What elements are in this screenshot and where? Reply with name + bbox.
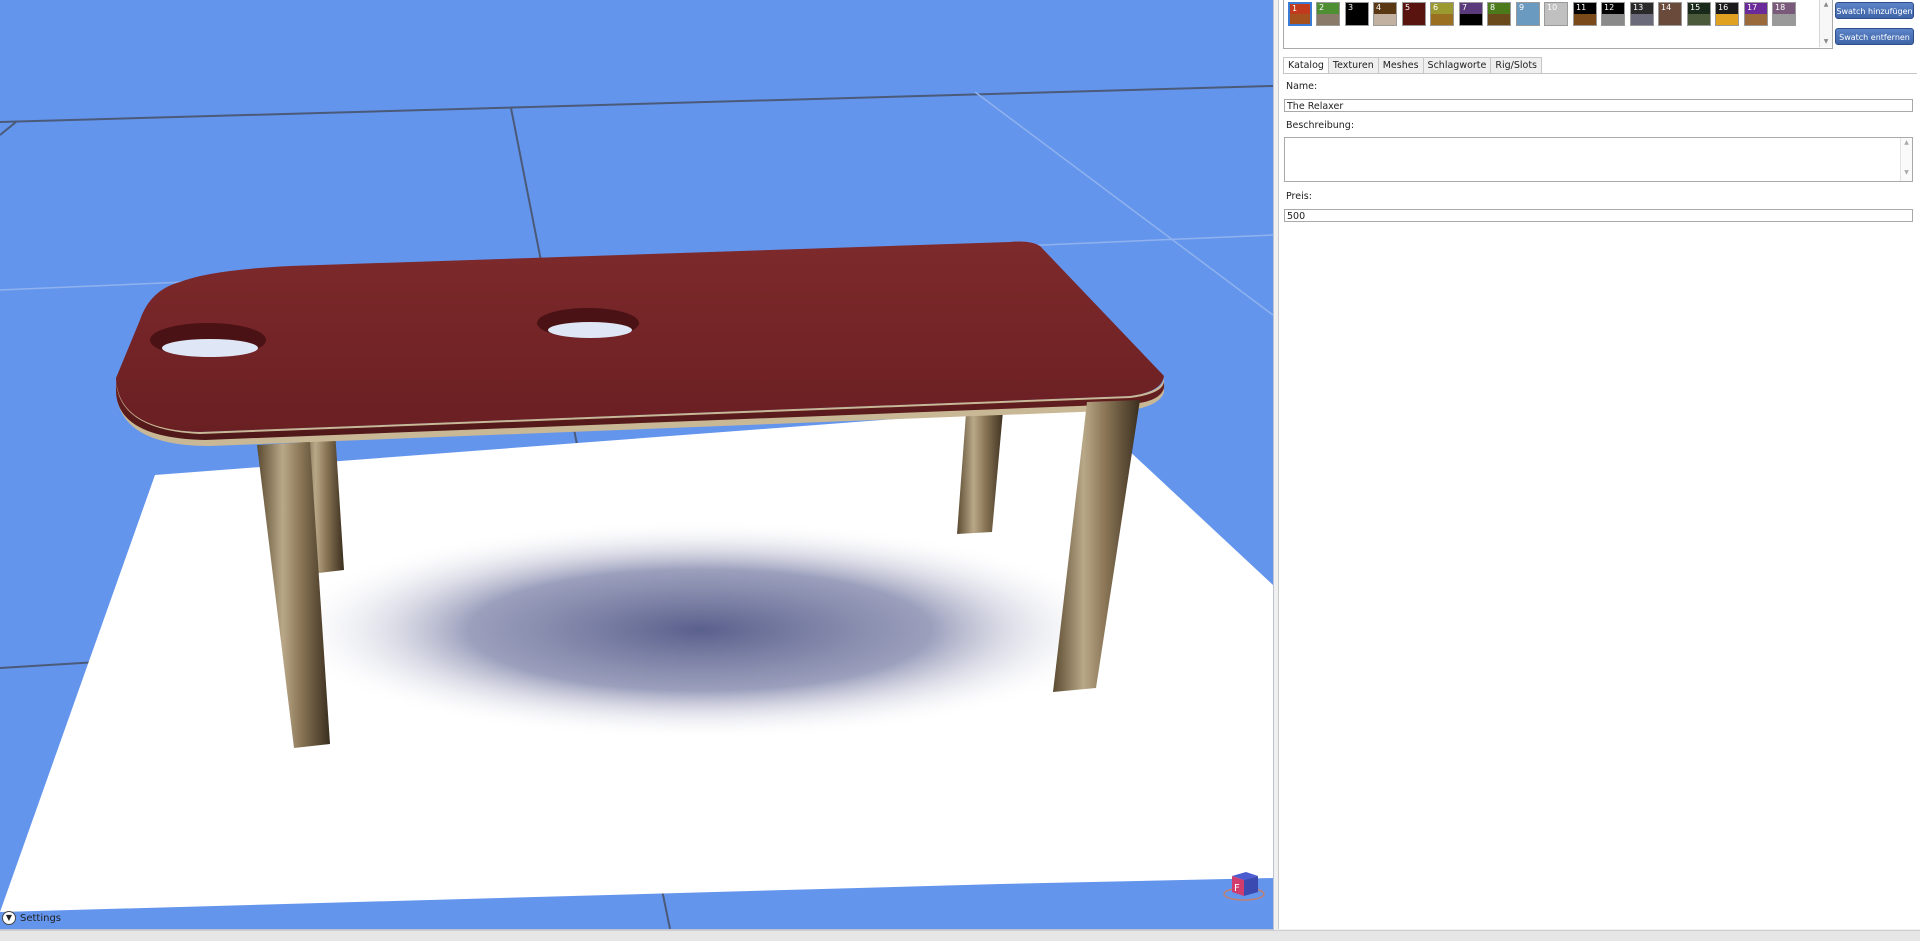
swatch-3[interactable]: 3 — [1345, 2, 1369, 26]
tab-texturen[interactable]: Texturen — [1327, 57, 1379, 73]
swatch-number: 12 — [1604, 3, 1615, 12]
tab-meshes[interactable]: Meshes — [1377, 57, 1424, 73]
swatch-bottom-color — [1659, 14, 1681, 25]
swatch-bottom-color — [1602, 14, 1624, 25]
swatch-bottom-color — [1374, 14, 1396, 25]
swatch-bottom-color — [1631, 14, 1653, 25]
swatch-number: 8 — [1490, 3, 1496, 12]
swatch-9[interactable]: 9 — [1516, 2, 1540, 26]
swatch-10[interactable]: 10 — [1544, 2, 1568, 26]
swatch-number: 11 — [1576, 3, 1587, 12]
price-label: Preis: — [1286, 191, 1312, 202]
swatch-number: 7 — [1462, 3, 1468, 12]
3d-viewport[interactable]: F ▼ Settings — [0, 0, 1274, 930]
chevron-down-icon: ▼ — [2, 911, 16, 925]
tab-divider — [1283, 73, 1917, 74]
price-field[interactable]: 500 — [1284, 209, 1913, 222]
tab-bar: Katalog Texturen Meshes Schlagworte Rig/… — [1283, 57, 1543, 74]
swatch-8[interactable]: 8 — [1487, 2, 1511, 26]
swatch-bottom-color — [1488, 14, 1510, 25]
add-swatch-button[interactable]: Swatch hinzufügen — [1835, 2, 1914, 19]
swatch-15[interactable]: 15 — [1687, 2, 1711, 26]
swatch-number: 3 — [1348, 3, 1354, 12]
swatch-bottom-color — [1716, 14, 1738, 25]
swatch-bottom-color — [1317, 14, 1339, 25]
swatch-number: 2 — [1319, 3, 1325, 12]
swatch-number: 16 — [1718, 3, 1729, 12]
swatch-number: 1 — [1292, 4, 1298, 13]
status-strip — [0, 930, 1920, 941]
swatch-scrollbar[interactable]: ▲ ▼ — [1819, 0, 1832, 47]
swatch-number: 10 — [1547, 3, 1558, 12]
swatch-4[interactable]: 4 — [1373, 2, 1397, 26]
swatch-bottom-color — [1346, 14, 1368, 25]
swatch-bottom-color — [1290, 14, 1310, 24]
name-label: Name: — [1286, 81, 1318, 92]
scroll-up-icon[interactable]: ▲ — [1820, 0, 1832, 10]
remove-swatch-button[interactable]: Swatch entfernen — [1835, 28, 1914, 45]
view-cube-label: F — [1234, 883, 1240, 894]
scene-render — [0, 85, 1273, 929]
swatch-bottom-color — [1431, 14, 1453, 25]
settings-label: Settings — [20, 912, 62, 924]
swatch-14[interactable]: 14 — [1658, 2, 1682, 26]
swatch-number: 18 — [1775, 3, 1786, 12]
swatch-bottom-color — [1688, 14, 1710, 25]
swatch-16[interactable]: 16 — [1715, 2, 1739, 26]
tab-katalog[interactable]: Katalog — [1283, 57, 1329, 74]
description-label: Beschreibung: — [1286, 120, 1355, 131]
swatch-17[interactable]: 17 — [1744, 2, 1768, 26]
tab-schlagworte[interactable]: Schlagworte — [1422, 57, 1492, 73]
scroll-down-icon[interactable]: ▼ — [1820, 37, 1832, 47]
swatch-number: 17 — [1747, 3, 1758, 12]
swatch-number: 15 — [1690, 3, 1701, 12]
swatch-number: 6 — [1433, 3, 1439, 12]
swatch-list: 1 2 3 4 5 6 7 8 9 10 11 12 13 14 15 16 1… — [1283, 0, 1833, 49]
swatch-6[interactable]: 6 — [1430, 2, 1454, 26]
view-cube-icon[interactable]: F — [1222, 866, 1266, 902]
swatch-bottom-color — [1745, 14, 1767, 25]
swatch-number: 13 — [1633, 3, 1644, 12]
swatch-bottom-color — [1545, 14, 1567, 25]
table-shadow — [280, 520, 1120, 740]
swatch-bottom-color — [1403, 14, 1425, 25]
swatch-12[interactable]: 12 — [1601, 2, 1625, 26]
swatch-number: 14 — [1661, 3, 1672, 12]
name-field[interactable]: The Relaxer — [1284, 99, 1913, 112]
swatch-13[interactable]: 13 — [1630, 2, 1654, 26]
swatch-bottom-color — [1460, 14, 1482, 25]
swatch-7[interactable]: 7 — [1459, 2, 1483, 26]
tab-rig-slots[interactable]: Rig/Slots — [1490, 57, 1543, 73]
properties-panel: 1 2 3 4 5 6 7 8 9 10 11 12 13 14 15 16 1… — [1278, 0, 1920, 929]
swatch-bottom-color — [1574, 14, 1596, 25]
swatch-1[interactable]: 1 — [1288, 2, 1312, 26]
description-scrollbar[interactable]: ▲ ▼ — [1900, 138, 1912, 181]
swatch-bottom-color — [1773, 14, 1795, 25]
swatch-2[interactable]: 2 — [1316, 2, 1340, 26]
swatch-11[interactable]: 11 — [1573, 2, 1597, 26]
swatch-number: 9 — [1519, 3, 1525, 12]
swatch-number: 5 — [1405, 3, 1411, 12]
description-field[interactable]: ▲ ▼ — [1284, 137, 1913, 182]
swatch-5[interactable]: 5 — [1402, 2, 1426, 26]
swatch-18[interactable]: 18 — [1772, 2, 1796, 26]
settings-toggle[interactable]: ▼ Settings — [2, 909, 61, 927]
swatch-bottom-color — [1517, 14, 1539, 25]
swatch-number: 4 — [1376, 3, 1382, 12]
